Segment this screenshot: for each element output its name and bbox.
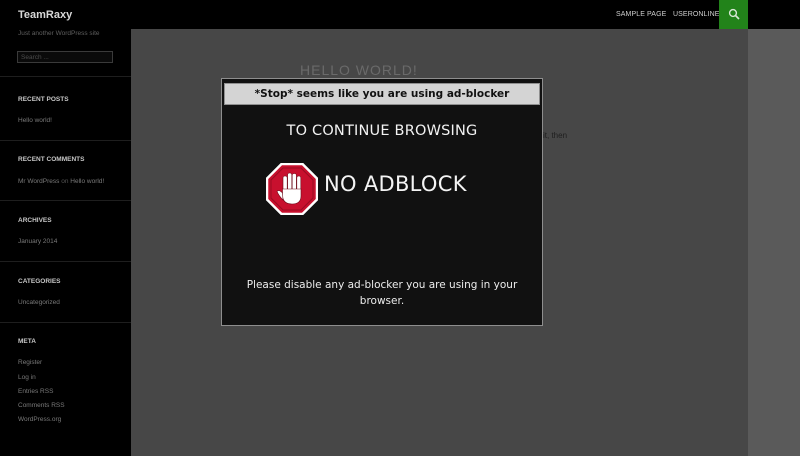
nav-sample-page[interactable]: SAMPLE PAGE (616, 11, 666, 18)
meta-link-wordpress[interactable]: WordPress.org (18, 416, 61, 423)
categories-heading: CATEGORIES (18, 278, 61, 285)
site-header: TeamRaxy SAMPLE PAGE USERONLINE (0, 0, 800, 29)
right-margin (748, 29, 800, 456)
divider (0, 140, 131, 141)
search-icon (728, 8, 740, 20)
stop-hand-icon (266, 163, 318, 215)
continue-browsing-heading: TO CONTINUE BROWSING (286, 123, 478, 139)
meta-link-register[interactable]: Register (18, 359, 42, 366)
meta-heading: META (18, 338, 36, 345)
comment-post-link[interactable]: Hello world! (70, 178, 104, 185)
divider (0, 76, 131, 77)
divider (0, 261, 131, 262)
no-adblock-text: NO ADBLOCK (324, 172, 467, 196)
category-link[interactable]: Uncategorized (18, 299, 60, 306)
site-title[interactable]: TeamRaxy (18, 9, 72, 21)
modal-message: Please disable any ad-blocker you are us… (246, 279, 518, 307)
recent-comment-item: Mr WordPress on Hello world! (18, 178, 104, 185)
adblock-modal: *Stop* seems like you are using ad-block… (221, 78, 543, 326)
site-tagline: Just another WordPress site (18, 30, 100, 37)
meta-link-login[interactable]: Log in (18, 374, 36, 381)
recent-posts-heading: RECENT POSTS (18, 96, 69, 103)
divider (0, 200, 131, 201)
modal-title-bar: *Stop* seems like you are using ad-block… (224, 83, 540, 105)
divider (0, 322, 131, 323)
sidebar-search-input[interactable]: Search ... (17, 51, 113, 63)
comment-author-link[interactable]: Mr WordPress (18, 178, 59, 185)
post-text-fragment: it, then (543, 131, 568, 140)
post-title: HELLO WORLD! (300, 62, 418, 78)
meta-link-entries-rss[interactable]: Entries RSS (18, 388, 53, 395)
search-toggle-button[interactable] (719, 0, 748, 29)
meta-link-comments-rss[interactable]: Comments RSS (18, 402, 65, 409)
nav-useronline[interactable]: USERONLINE (673, 11, 720, 18)
comment-on-text: on (59, 178, 71, 185)
archive-link[interactable]: January 2014 (18, 238, 57, 245)
recent-post-link[interactable]: Hello world! (18, 117, 52, 124)
sidebar: Just another WordPress site Search ... R… (0, 29, 131, 456)
recent-comments-heading: RECENT COMMENTS (18, 156, 85, 163)
archives-heading: ARCHIVES (18, 217, 52, 224)
